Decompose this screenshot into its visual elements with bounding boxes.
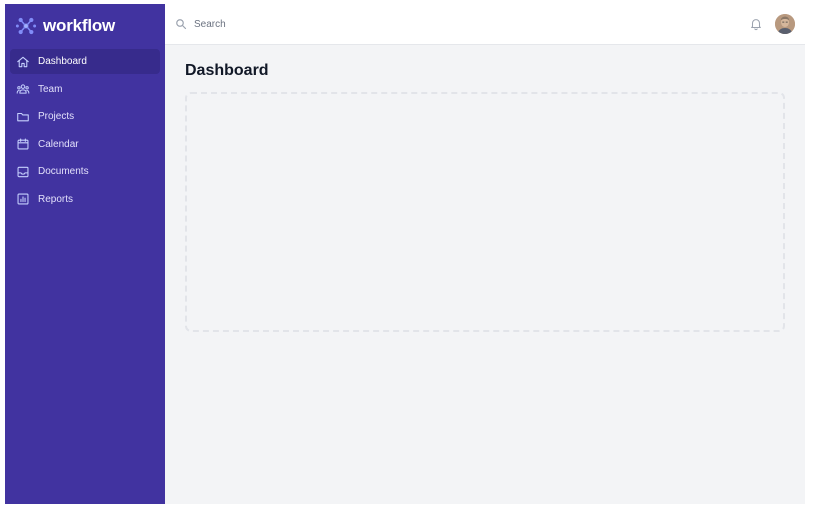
chart-bar-icon — [16, 192, 30, 206]
sidebar-item-documents[interactable]: Documents — [10, 159, 160, 184]
inbox-icon — [16, 165, 30, 179]
sidebar-item-calendar[interactable]: Calendar — [10, 132, 160, 157]
search-bar[interactable] — [175, 4, 749, 44]
sidebar-nav: Dashboard Team Projects Calendar Documen… — [5, 48, 165, 214]
main-area: Dashboard — [165, 4, 805, 504]
workflow-logo-icon — [15, 15, 37, 37]
sidebar-item-label: Dashboard — [38, 56, 87, 67]
home-icon — [16, 55, 30, 69]
brand-name: workflow — [43, 16, 116, 35]
user-avatar[interactable] — [775, 14, 795, 34]
sidebar-item-label: Reports — [38, 193, 74, 205]
sidebar-item-label: Documents — [38, 166, 89, 177]
sidebar-item-projects[interactable]: Projects — [10, 104, 160, 129]
search-input[interactable] — [194, 14, 494, 34]
main-content: Dashboard — [165, 45, 805, 348]
search-icon — [175, 18, 187, 30]
sidebar-item-team[interactable]: Team — [10, 77, 160, 102]
brand[interactable]: workflow — [5, 4, 165, 48]
sidebar-item-reports[interactable]: Reports — [10, 187, 160, 212]
sidebar: workflow Dashboard Team Projects Calenda… — [5, 4, 165, 504]
sidebar-item-label: Team — [38, 83, 63, 95]
content-placeholder — [185, 92, 785, 332]
sidebar-item-dashboard[interactable]: Dashboard — [10, 49, 160, 74]
topbar-actions — [749, 14, 795, 34]
users-icon — [16, 82, 30, 96]
calendar-icon — [16, 137, 30, 151]
folder-icon — [16, 110, 30, 124]
app-shell: workflow Dashboard Team Projects Calenda… — [5, 4, 805, 504]
page-title: Dashboard — [185, 62, 269, 79]
sidebar-item-label: Projects — [38, 111, 75, 122]
topbar — [165, 4, 805, 45]
sidebar-item-label: Calendar — [38, 138, 79, 150]
bell-icon[interactable] — [749, 17, 763, 31]
